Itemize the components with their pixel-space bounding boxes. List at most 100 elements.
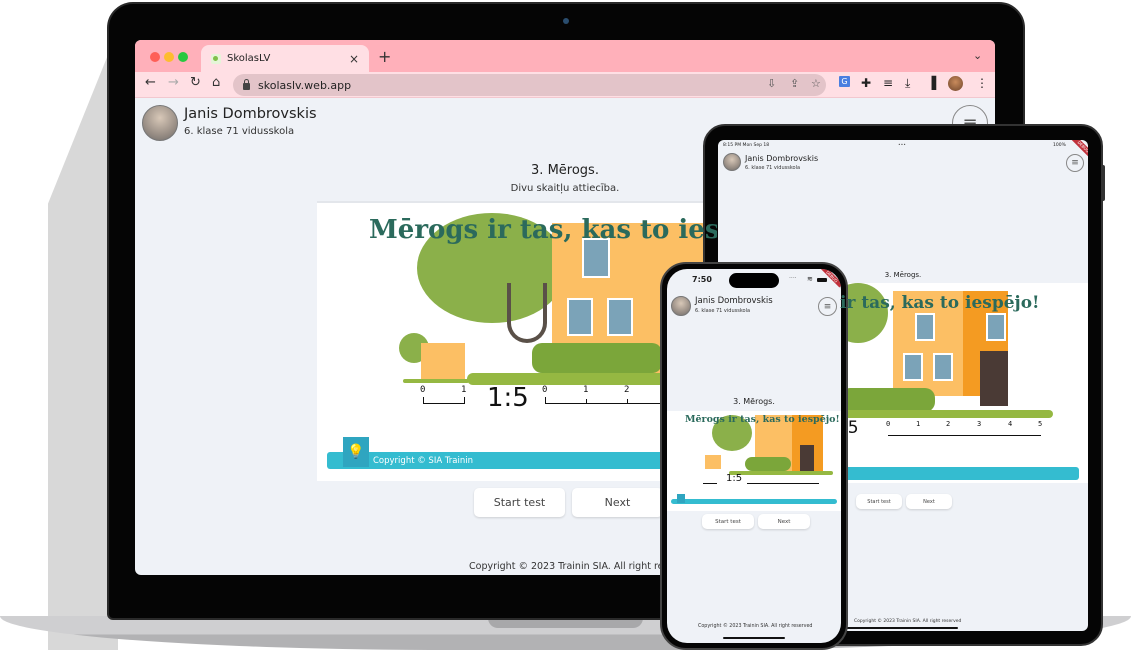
house-door (800, 445, 814, 473)
ipad-large-ruler (888, 435, 1041, 436)
ipad-menu-button[interactable]: ≡ (1066, 154, 1084, 172)
slide-headline: Mērogs ir tas, kas to iesp (369, 215, 717, 245)
ipad-status-dots: ••• (898, 143, 906, 148)
ipad-user-name: Janis Dombrovskis (745, 154, 819, 163)
battery-icon (817, 278, 827, 282)
browser-menu-icon[interactable]: ⋮ (976, 76, 988, 90)
forward-icon[interactable]: → (168, 75, 179, 90)
phone-start-test-button[interactable]: Start test (702, 514, 754, 529)
ruler-tick (586, 399, 587, 404)
lesson-title: 3. Mērogs. (531, 163, 599, 178)
address-bar[interactable]: skolaslv.web.app (233, 74, 826, 96)
back-icon[interactable]: ← (145, 75, 156, 90)
phone-menu-button[interactable]: ≡ (818, 297, 837, 316)
large-ruler-tick-2: 2 (624, 385, 630, 395)
ruler-tick (464, 397, 465, 404)
small-ruler-tick-0: 0 (420, 385, 426, 395)
lesson-subtitle: Divu skaitļu attiecība. (510, 183, 620, 194)
browser-tab[interactable]: SkolasLV × (201, 45, 369, 72)
home-icon[interactable]: ⌂ (212, 75, 220, 90)
next-button[interactable]: Next (572, 488, 663, 517)
phone-status-signal: ···· (789, 275, 797, 282)
phone-user-avatar[interactable] (671, 296, 691, 316)
favicon-icon (211, 53, 221, 64)
small-house-illustration (421, 343, 465, 379)
ipad-status-time: 8:15 PM Mon Sep 18 (723, 143, 770, 148)
slide-copyright-text: Copyright © SIA Trainin (373, 455, 473, 466)
ground-strip (833, 410, 1053, 418)
phone-next-button[interactable]: Next (758, 514, 810, 529)
media-control-icon[interactable]: ≡ (883, 76, 893, 90)
house-door (980, 351, 1008, 406)
tree-trunk (507, 283, 547, 343)
hedge-illustration (840, 388, 935, 412)
hedge-illustration (532, 343, 662, 373)
house-window (903, 353, 923, 381)
trainin-logo-icon: 💡 (343, 437, 369, 467)
house-window (915, 313, 935, 341)
ipad-home-indicator (845, 627, 958, 629)
phone-lesson-slide: Mērogs ir tas, kas to iespējo! 1:5 (667, 411, 841, 511)
hamburger-icon: ≡ (823, 301, 832, 312)
window-maximize-button[interactable] (178, 52, 188, 62)
ipad-status-battery: 100% (1053, 143, 1066, 148)
phone-screen: 7:50 ···· ≋ DEBUG Janis Dombrovskis 6. k… (667, 269, 841, 643)
house-window (986, 313, 1006, 341)
phone-status-time: 7:50 (692, 275, 712, 284)
bookmark-star-icon[interactable]: ☆ (811, 77, 821, 90)
extensions-icon[interactable]: ✚ (861, 76, 871, 90)
new-tab-button[interactable]: + (378, 47, 391, 66)
scale-ratio: 1:5 (487, 383, 529, 413)
side-panel-icon[interactable]: ▐ (927, 76, 936, 90)
start-test-button[interactable]: Start test (474, 488, 565, 517)
small-ruler-tick-1: 1 (461, 385, 467, 395)
phone-copyright-band (671, 499, 837, 504)
hedge-illustration (745, 457, 791, 471)
hamburger-icon: ≡ (1071, 158, 1079, 168)
url-text: skolaslv.web.app (258, 78, 352, 92)
user-avatar[interactable] (142, 105, 178, 141)
ipad-next-button[interactable]: Next (906, 494, 952, 509)
small-house-illustration (705, 455, 721, 469)
lightbulb-icon: 💡 (347, 444, 365, 460)
phone-home-indicator (723, 637, 785, 639)
phone-user-class: 6. klase 71 vidusskola (695, 308, 751, 314)
ipad-ruler-tick-3: 3 (977, 420, 982, 428)
ipad-ruler-tick-4: 4 (1008, 420, 1013, 428)
window-close-button[interactable] (150, 52, 160, 62)
share-icon[interactable]: ⇪ (790, 77, 799, 90)
install-app-icon[interactable]: ⇩ (767, 77, 776, 90)
phone-user-name: Janis Dombrovskis (695, 296, 773, 306)
phone-logo-icon (677, 494, 685, 503)
phone-footer: Copyright © 2023 Trainin SIA. All right … (698, 624, 813, 629)
ruler-tick (423, 397, 424, 404)
phone-dynamic-island (729, 273, 779, 288)
wifi-icon: ≋ (807, 275, 813, 283)
ipad-slide-headline: ir tas, kas to iespējo! (840, 293, 1040, 313)
ipad-side-button (1101, 165, 1105, 201)
user-name: Janis Dombrovskis (184, 106, 317, 122)
user-class: 6. klase 71 vidusskola (184, 126, 295, 137)
house-window (607, 298, 633, 336)
phone-slide-headline: Mērogs ir tas, kas to iespējo! (685, 414, 840, 425)
reload-icon[interactable]: ↻ (190, 75, 201, 90)
ipad-ruler-tick-1: 1 (916, 420, 921, 428)
ipad-copyright-band (838, 467, 1079, 480)
ipad-footer: Copyright © 2023 Trainin SIA. All right … (854, 619, 962, 624)
phone-scale-ratio: 1:5 (726, 473, 743, 484)
ipad-start-test-button[interactable]: Start test (856, 494, 902, 509)
tab-search-chevron-icon[interactable]: ⌄ (973, 49, 982, 62)
profile-avatar[interactable] (948, 76, 963, 91)
downloads-icon[interactable]: ⤓ (905, 76, 910, 91)
ipad-user-avatar[interactable] (723, 153, 741, 171)
large-ruler-tick-0: 0 (542, 385, 548, 395)
phone-lesson-title: 3. Mērogs. (733, 397, 775, 406)
phone-small-ruler (703, 483, 717, 484)
tab-title: SkolasLV (227, 53, 271, 64)
tab-close-icon[interactable]: × (349, 52, 359, 66)
laptop-camera (563, 18, 569, 24)
window-minimize-button[interactable] (164, 52, 174, 62)
ipad-lesson-title: 3. Mērogs. (884, 271, 922, 279)
phone-large-ruler (747, 483, 819, 484)
translate-icon[interactable]: G (839, 76, 850, 87)
